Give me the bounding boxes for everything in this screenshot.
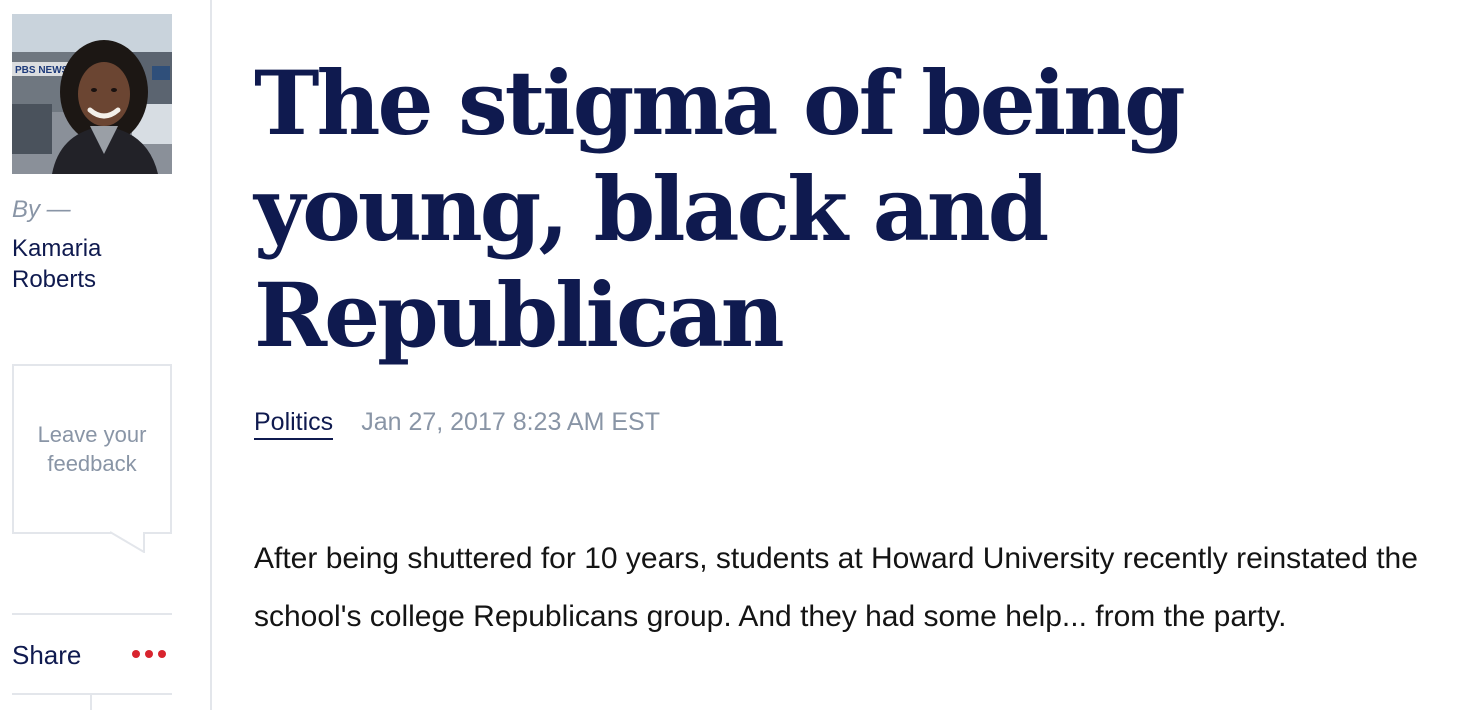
feedback-label: Leave your feedback [37,422,147,476]
share-bottom-rule [12,693,172,695]
article-lede: After being shuttered for 10 years, stud… [254,542,1418,633]
author-photo[interactable]: PBS NEWS [12,14,172,174]
share-button[interactable]: Share [12,640,81,671]
share-divider [90,695,92,710]
byline-prefix: By — [12,196,71,223]
more-dots-icon[interactable] [132,650,168,662]
author-photo-image: PBS NEWS [12,14,172,174]
speech-bubble-tail-icon [110,531,145,553]
feedback-button[interactable]: Leave your feedback [12,364,172,534]
author-sidebar: PBS NEWS By — Kamaria Roberts Leave your… [0,0,212,710]
sign-text: PBS NEWS [15,65,69,76]
dot [145,650,153,658]
article-meta: Politics Jan 27, 2017 8:23 AM EST [254,408,660,440]
author-name[interactable]: Kamaria Roberts [12,233,182,295]
share-top-rule [12,613,172,615]
dot [132,650,140,658]
article-headline: The stigma of being young, black and Rep… [254,51,1186,367]
publish-date: Jan 27, 2017 8:23 AM EST [361,408,660,436]
dot [158,650,166,658]
section-link-politics[interactable]: Politics [254,408,334,440]
